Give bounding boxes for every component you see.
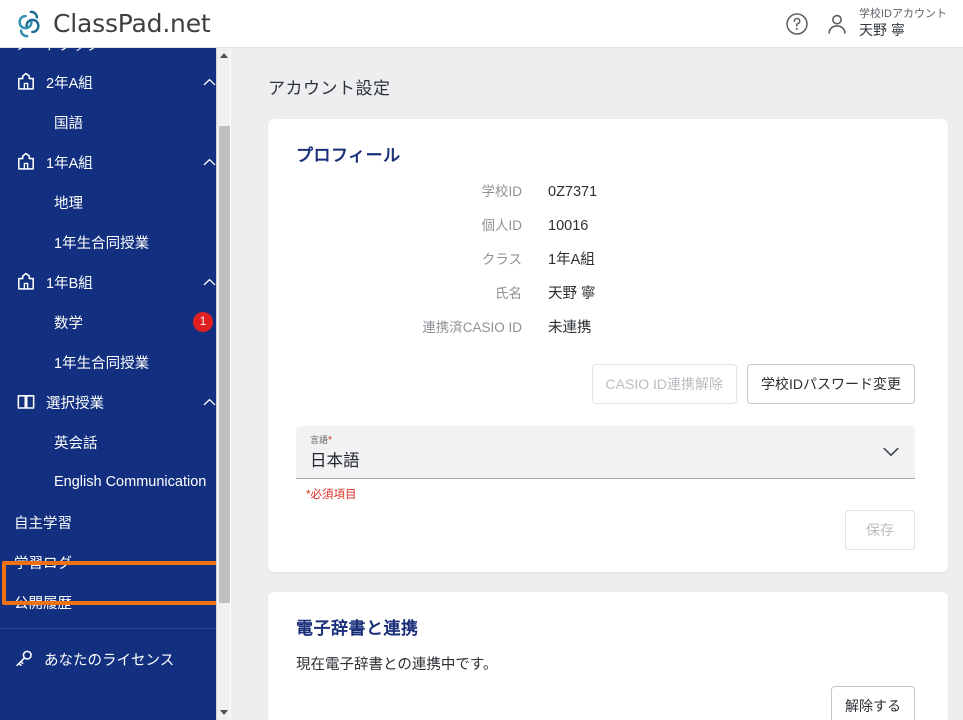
chevron-up-icon[interactable]	[203, 78, 216, 86]
casio-id-unlink-button[interactable]: CASIO ID連携解除	[591, 364, 737, 404]
dictionary-release-button[interactable]: 解除する	[831, 686, 915, 720]
language-select-value: 日本語	[310, 452, 360, 470]
sidebar-item-label: 公開履歴	[14, 595, 72, 612]
profile-row-label: 学校ID	[481, 184, 523, 199]
dictionary-action-row: 解除する	[268, 674, 948, 720]
account-menu[interactable]: 学校IDアカウント 天野 寧	[824, 8, 947, 39]
page-title: アカウント設定	[268, 79, 391, 98]
sidebar-item-選択授業[interactable]: 選択授業	[0, 382, 230, 422]
profile-row-value: 天野 寧	[548, 286, 596, 302]
sidebar-item-国語[interactable]: 国語	[0, 102, 230, 142]
chevron-up-icon[interactable]	[203, 278, 216, 286]
header-right: 学校IDアカウント 天野 寧	[784, 8, 963, 39]
sidebar-item-1年生合同授業[interactable]: 1年生合同授業	[0, 222, 230, 262]
sidebar-item-1年A組[interactable]: 1年A組	[0, 142, 230, 182]
sidebar-item-2年A組[interactable]: 2年A組	[0, 62, 230, 102]
profile-row: 連携済CASIO ID 未連携	[268, 316, 948, 350]
sidebar-item-your-license[interactable]: あなたのライセンス	[0, 639, 230, 679]
brand-name: ClassPad.net	[53, 9, 211, 38]
sidebar-scrollbar-thumb[interactable]	[219, 126, 230, 603]
app-header: ClassPad.net 学校IDアカウント 天野 寧	[0, 0, 963, 48]
language-select[interactable]: 言語* 日本語	[296, 426, 915, 479]
profile-row-label: 連携済CASIO ID	[422, 320, 522, 335]
profile-row-value: 未連携	[548, 320, 592, 336]
sidebar-nav-list: ノートブック 2年A組国語 1年A組地理 1年生合同授業 1年B組数学 1 1年生合同授業選…	[0, 48, 230, 679]
account-name: 天野 寧	[859, 21, 905, 38]
sidebar-item-1年B組[interactable]: 1年B組	[0, 262, 230, 302]
profile-row: 学校ID 0Z7371	[268, 180, 948, 214]
sidebar-item-label: 選択授業	[46, 395, 104, 412]
profile-row-value: 10016	[548, 218, 589, 234]
profile-row: 氏名 天野 寧	[268, 282, 948, 316]
dictionary-card: 電子辞書と連携 現在電子辞書との連携中です。 解除する	[268, 592, 948, 720]
sidebar-item-label: 自主学習	[14, 515, 72, 532]
sidebar-item-label: 数学	[54, 315, 83, 332]
sidebar-item-英会話[interactable]: 英会話	[0, 422, 230, 462]
sidebar-item-label: 国語	[54, 115, 83, 132]
profile-row: クラス 1年A組	[268, 248, 948, 282]
sidebar-section-header: ノートブック	[0, 48, 230, 62]
brand[interactable]: ClassPad.net	[0, 9, 211, 38]
profile-row-label: 個人ID	[481, 218, 523, 233]
sidebar-item-label: 1年A組	[46, 155, 93, 172]
profile-row-value: 1年A組	[548, 252, 595, 268]
sidebar-item-label: 1年B組	[46, 275, 93, 292]
sidebar-item-label: あなたのライセンス	[44, 652, 175, 669]
sidebar-item-公開履歴[interactable]: 公開履歴	[0, 582, 230, 622]
save-row: 保存	[268, 502, 948, 572]
sidebar-item-label: 1年生合同授業	[54, 235, 150, 252]
profile-row-label: クラス	[481, 252, 522, 267]
required-asterisk: *	[328, 435, 332, 446]
profile-row-value: 0Z7371	[548, 184, 598, 200]
profile-card: プロフィール 学校ID 0Z7371 個人ID 10016 クラス 1年A組氏名 天野 寧連…	[268, 119, 948, 572]
language-field-wrap: 言語* 日本語 *必須項目	[268, 404, 948, 502]
sidebar-item-label: 学習ログ	[14, 555, 72, 572]
school-icon	[18, 72, 34, 90]
save-button[interactable]: 保存	[845, 510, 915, 550]
sidebar-item-label: 地理	[54, 195, 83, 212]
chevron-up-icon[interactable]	[203, 398, 216, 406]
profile-card-title: プロフィール	[296, 146, 401, 165]
sidebar: ノートブック 2年A組国語 1年A組地理 1年生合同授業 1年B組数学 1 1年生合同授業選…	[0, 48, 230, 720]
chevron-up-icon[interactable]	[203, 158, 216, 166]
profile-row: 個人ID 10016	[268, 214, 948, 248]
profile-row-label: 氏名	[495, 286, 522, 301]
profile-action-buttons: CASIO ID連携解除 学校IDパスワード変更	[268, 350, 948, 404]
sidebar-item-label: 2年A組	[46, 75, 93, 92]
account-role: 学校IDアカウント	[859, 7, 947, 20]
school-id-password-change-button[interactable]: 学校IDパスワード変更	[747, 364, 915, 404]
sidebar-item-label: English Communication	[54, 474, 207, 490]
triangle-up-icon[interactable]	[217, 48, 230, 63]
required-note: *必須項目	[306, 489, 357, 501]
account-text: 学校IDアカウント 天野 寧	[859, 8, 947, 39]
sidebar-item-English-Communication[interactable]: English Communication	[0, 462, 230, 502]
dictionary-card-title: 電子辞書と連携	[296, 619, 419, 638]
sidebar-item-数学[interactable]: 数学 1	[0, 302, 230, 342]
school-icon	[18, 152, 34, 170]
profile-detail-list: 学校ID 0Z7371 個人ID 10016 クラス 1年A組氏名 天野 寧連携済CASIO…	[268, 166, 948, 350]
person-icon	[828, 14, 846, 34]
sidebar-item-地理[interactable]: 地理	[0, 182, 230, 222]
language-label-text: 言語	[310, 435, 329, 445]
sidebar-item-label: 1年生合同授業	[54, 355, 150, 372]
sidebar-scrollbar[interactable]	[216, 48, 230, 720]
school-icon	[18, 272, 34, 290]
chevron-down-icon	[883, 447, 899, 456]
sidebar-item-自主学習[interactable]: 自主学習	[0, 502, 230, 542]
sidebar-item-学習ログ[interactable]: 学習ログ	[0, 542, 230, 582]
app-root: ClassPad.net 学校IDアカウント 天野 寧 ノートブック2年A	[0, 0, 963, 720]
chain-link-icon	[18, 10, 40, 37]
triangle-down-icon[interactable]	[217, 705, 230, 720]
sidebar-divider	[0, 628, 230, 629]
book-icon	[17, 395, 35, 409]
help-circle-icon[interactable]	[784, 11, 810, 37]
main-content: アカウント設定 プロフィール 学校ID 0Z7371 個人ID 10016 クラス 1年A…	[231, 48, 963, 720]
dictionary-card-text: 現在電子辞書との連携中です。	[296, 657, 498, 673]
language-select-label: 言語*	[310, 433, 915, 446]
notification-badge: 1	[193, 312, 213, 332]
sidebar-item-label: 英会話	[54, 435, 98, 452]
sidebar-item-1年生合同授業[interactable]: 1年生合同授業	[0, 342, 230, 382]
key-icon	[16, 650, 32, 667]
